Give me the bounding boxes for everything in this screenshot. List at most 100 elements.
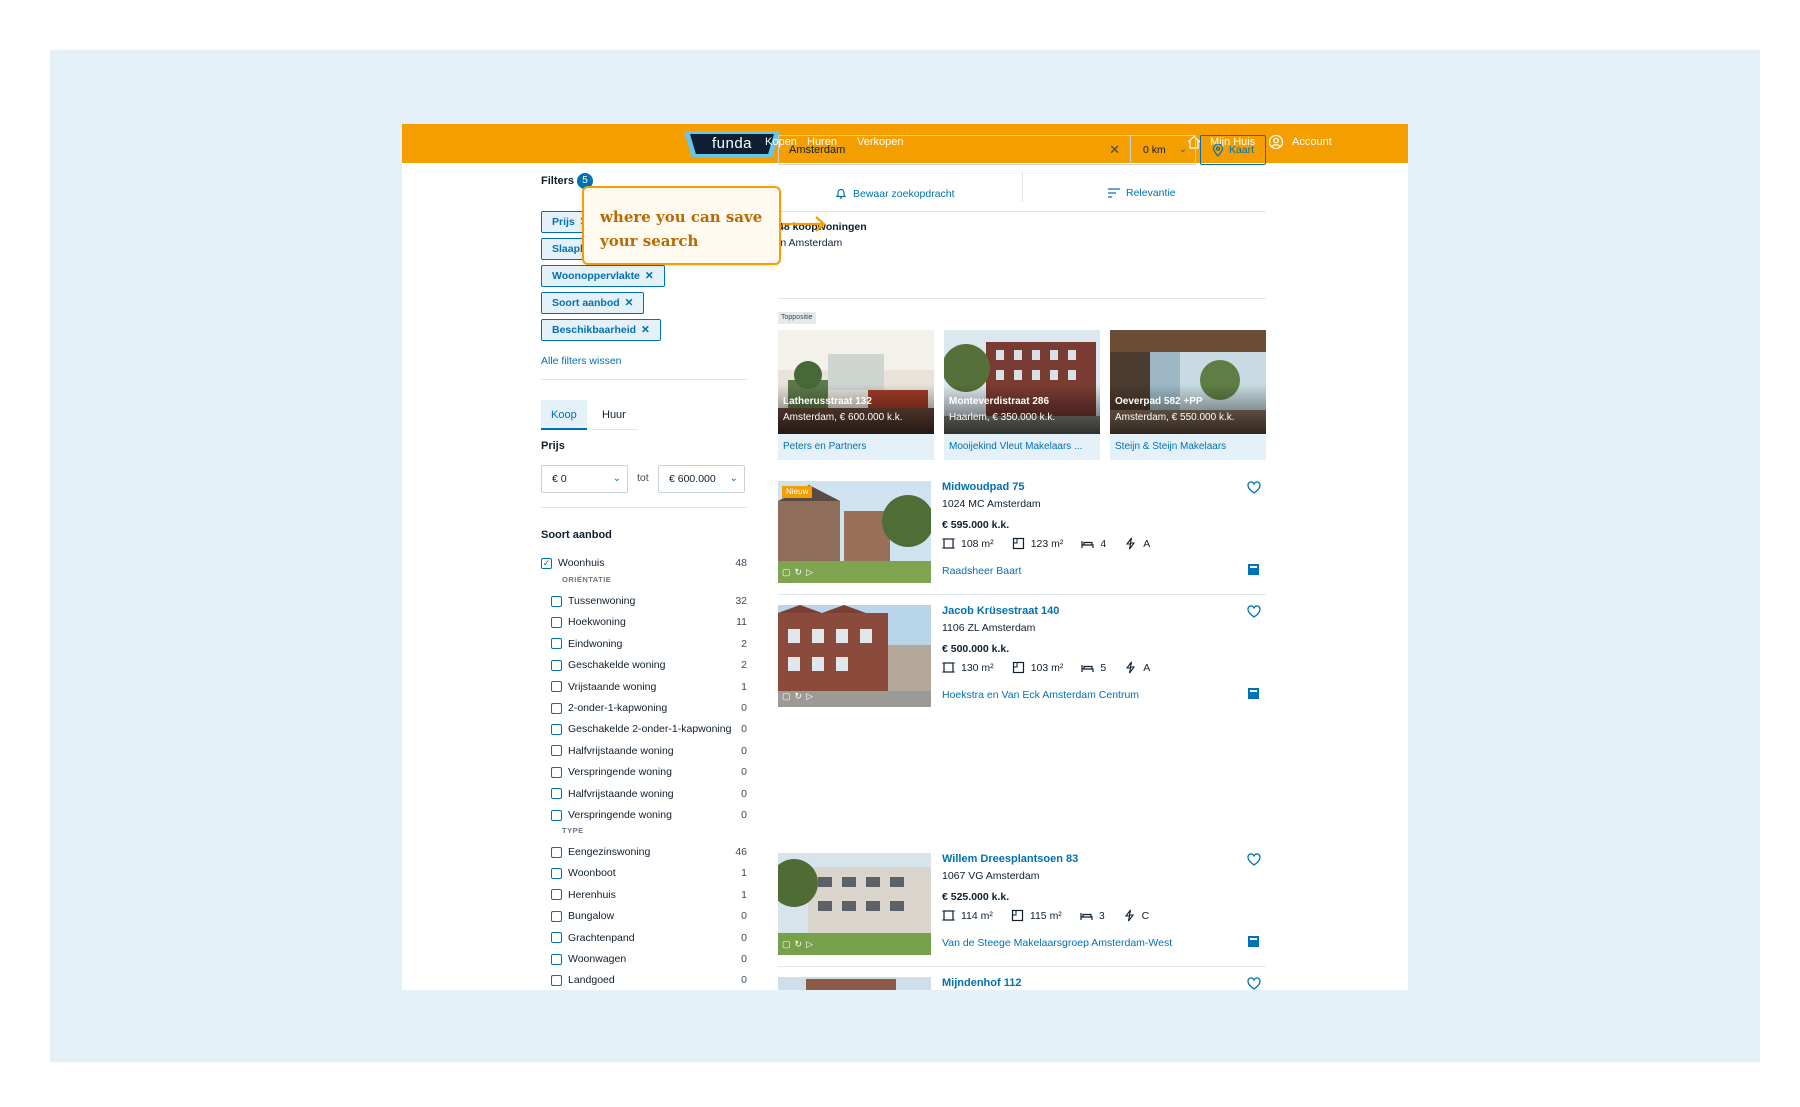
- listing-photo[interactable]: ▢ ↻ ▷: [778, 853, 931, 955]
- checkbox[interactable]: [551, 681, 562, 693]
- clear-all-filters-link[interactable]: Alle filters wissen: [541, 355, 622, 367]
- checkbox-row[interactable]: Bungalow 0: [551, 908, 747, 924]
- heart-icon[interactable]: [1247, 977, 1261, 990]
- listing-price: € 500.000 k.k.: [942, 643, 1010, 655]
- listing-title[interactable]: Midwoudpad 75: [942, 481, 1025, 493]
- checkbox-label: Tussenwoning: [568, 595, 636, 607]
- listing-row[interactable]: ▢ ↻ ▷ Willem Dreesplantsoen 83 1067 VG Ams…: [778, 853, 1266, 955]
- checkbox-row[interactable]: Grachtenpand 0: [551, 930, 747, 946]
- checkbox[interactable]: [551, 974, 562, 986]
- tab-koop[interactable]: Koop: [541, 400, 587, 430]
- checkbox[interactable]: [551, 745, 562, 757]
- clear-icon[interactable]: ✕: [1109, 136, 1120, 164]
- checkbox-row[interactable]: 2-onder-1-kapwoning 0: [551, 700, 747, 716]
- media-icons: ▢ ↻ ▷: [782, 691, 813, 702]
- checkbox[interactable]: [551, 702, 562, 714]
- checkbox-row[interactable]: Geschakelde 2-onder-1-kapwoning 0: [551, 721, 747, 737]
- checkbox[interactable]: [551, 595, 562, 607]
- checkbox-label: Geschakelde 2-onder-1-kapwoning: [568, 723, 732, 736]
- filter-chip-beschikbaarheid[interactable]: Beschikbaarheid ✕: [541, 319, 661, 341]
- checkbox-label: Eengezinswoning: [568, 846, 651, 858]
- distance-select[interactable]: 0 km ⌄: [1130, 135, 1196, 165]
- heart-icon[interactable]: [1247, 481, 1261, 495]
- plot-area-icon: [942, 538, 955, 549]
- filter-chip-soort-aanbod[interactable]: Soort aanbod ✕: [541, 292, 645, 314]
- checkbox-count: 0: [741, 744, 747, 757]
- map-button[interactable]: Kaart: [1200, 135, 1266, 165]
- listing-row[interactable]: Nieuw ▢ ↻ ▷ Midwoudpad 75 1024 MC Amsterda…: [778, 481, 1266, 583]
- top-listing-card[interactable]: Latherusstraat 132 Amsterdam, € 600.000 …: [778, 330, 934, 460]
- checkbox-row[interactable]: Landgoed 0: [551, 972, 747, 988]
- checkbox[interactable]: [551, 659, 562, 671]
- checkbox-row[interactable]: Verspringende woning 0: [551, 764, 747, 780]
- checkbox-row[interactable]: Woonboot 1: [551, 865, 747, 881]
- checkbox[interactable]: [551, 723, 562, 735]
- top-listing-card[interactable]: Oeverpad 582 +PP Amsterdam, € 550.000 k.…: [1110, 330, 1266, 460]
- heart-icon[interactable]: [1247, 605, 1261, 619]
- checkbox-woonhuis[interactable]: ✓ Woonhuis 48: [541, 555, 747, 571]
- photo-icon: ▢: [782, 939, 791, 949]
- top-listing-agent[interactable]: Mooijekind Vleut Makelaars ...: [944, 434, 1100, 460]
- checkbox[interactable]: [551, 889, 562, 901]
- listing-photo[interactable]: Nieuw ▢ ↻ ▷: [778, 481, 931, 583]
- price-max-select[interactable]: € 600.000 ⌄: [658, 465, 745, 493]
- listing-zip: 1067 VG Amsterdam: [942, 870, 1040, 882]
- search-input[interactable]: Amsterdam ✕: [778, 135, 1131, 165]
- top-listing-agent[interactable]: Peters en Partners: [778, 434, 934, 460]
- listing-title[interactable]: Willem Dreesplantsoen 83: [942, 853, 1078, 865]
- checkbox-count: 0: [741, 974, 747, 987]
- bed-icon: [1081, 665, 1094, 672]
- tab-huur[interactable]: Huur: [592, 400, 636, 430]
- listing-agent[interactable]: Hoekstra en Van Eck Amsterdam Centrum: [942, 689, 1139, 701]
- checkbox[interactable]: [551, 616, 562, 628]
- listing-row[interactable]: ▢ ↻ ▷ Jacob Krüsestraat 140 1106 ZL Amster…: [778, 605, 1266, 707]
- checkbox[interactable]: [551, 846, 562, 858]
- bed-icon: [1080, 913, 1093, 920]
- checkbox-row[interactable]: Hoekwoning 11: [551, 614, 747, 630]
- sort-button[interactable]: Relevantie: [1108, 187, 1176, 199]
- save-search-button[interactable]: Bewaar zoekopdracht: [835, 187, 955, 200]
- listing-title[interactable]: Jacob Krüsestraat 140: [942, 605, 1059, 617]
- checkbox[interactable]: [551, 788, 562, 800]
- checkbox[interactable]: [551, 910, 562, 922]
- account-link[interactable]: Account: [1268, 134, 1332, 150]
- price-min-select[interactable]: € 0 ⌄: [541, 465, 628, 493]
- listing-photo[interactable]: [778, 977, 931, 990]
- listing-specs: 114 m² 115 m² 3 C: [942, 909, 1149, 922]
- checkbox[interactable]: [551, 809, 562, 821]
- listing-photo[interactable]: ▢ ↻ ▷: [778, 605, 931, 707]
- top-listing-agent[interactable]: Steijn & Steijn Makelaars: [1110, 434, 1266, 460]
- toppositie-label: Toppositie: [778, 312, 816, 324]
- checkbox[interactable]: [551, 638, 562, 650]
- listing-row[interactable]: Mijndenhof 112: [778, 977, 1266, 990]
- listing-agent[interactable]: Raadsheer Baart: [942, 565, 1021, 577]
- checkbox-label: Woonboot: [568, 867, 616, 880]
- divider: [778, 211, 1266, 212]
- checkbox[interactable]: [551, 932, 562, 944]
- checkbox-checked[interactable]: ✓: [541, 557, 552, 569]
- checkbox-row[interactable]: Tussenwoning 32: [551, 593, 747, 609]
- heart-icon[interactable]: [1247, 853, 1261, 867]
- checkbox-row[interactable]: Eengezinswoning 46: [551, 844, 747, 860]
- checkbox-row[interactable]: Vrijstaande woning 1: [551, 679, 747, 695]
- checkbox-label: Geschakelde woning: [568, 659, 666, 672]
- listing-zip: 1024 MC Amsterdam: [942, 498, 1041, 510]
- energy-icon: [1126, 537, 1136, 550]
- checkbox[interactable]: [551, 953, 562, 965]
- top-listing-card[interactable]: Monteverdistraat 286 Haarlem, € 350.000 …: [944, 330, 1100, 460]
- sort-icon: [1108, 188, 1120, 198]
- listing-agent[interactable]: Van de Steege Makelaarsgroep Amsterdam-W…: [942, 937, 1172, 949]
- checkbox-row[interactable]: Geschakelde woning 2: [551, 657, 747, 673]
- checkbox-row[interactable]: Woonwagen 0: [551, 951, 747, 967]
- checkbox-row[interactable]: Eindwoning 2: [551, 636, 747, 652]
- filter-chip-woonoppervlakte[interactable]: Woonoppervlakte ✕: [541, 265, 665, 287]
- checkbox-row[interactable]: Halfvrijstaande woning 0: [551, 786, 747, 802]
- listing-title[interactable]: Mijndenhof 112: [942, 977, 1021, 989]
- checkbox[interactable]: [551, 867, 562, 879]
- results-location: in Amsterdam: [778, 237, 843, 249]
- checkbox-row[interactable]: Halfvrijstaande woning 0: [551, 743, 747, 759]
- close-icon: ✕: [624, 297, 634, 309]
- checkbox-row[interactable]: Verspringende woning 0: [551, 807, 747, 823]
- checkbox[interactable]: [551, 766, 562, 778]
- checkbox-row[interactable]: Herenhuis 1: [551, 887, 747, 903]
